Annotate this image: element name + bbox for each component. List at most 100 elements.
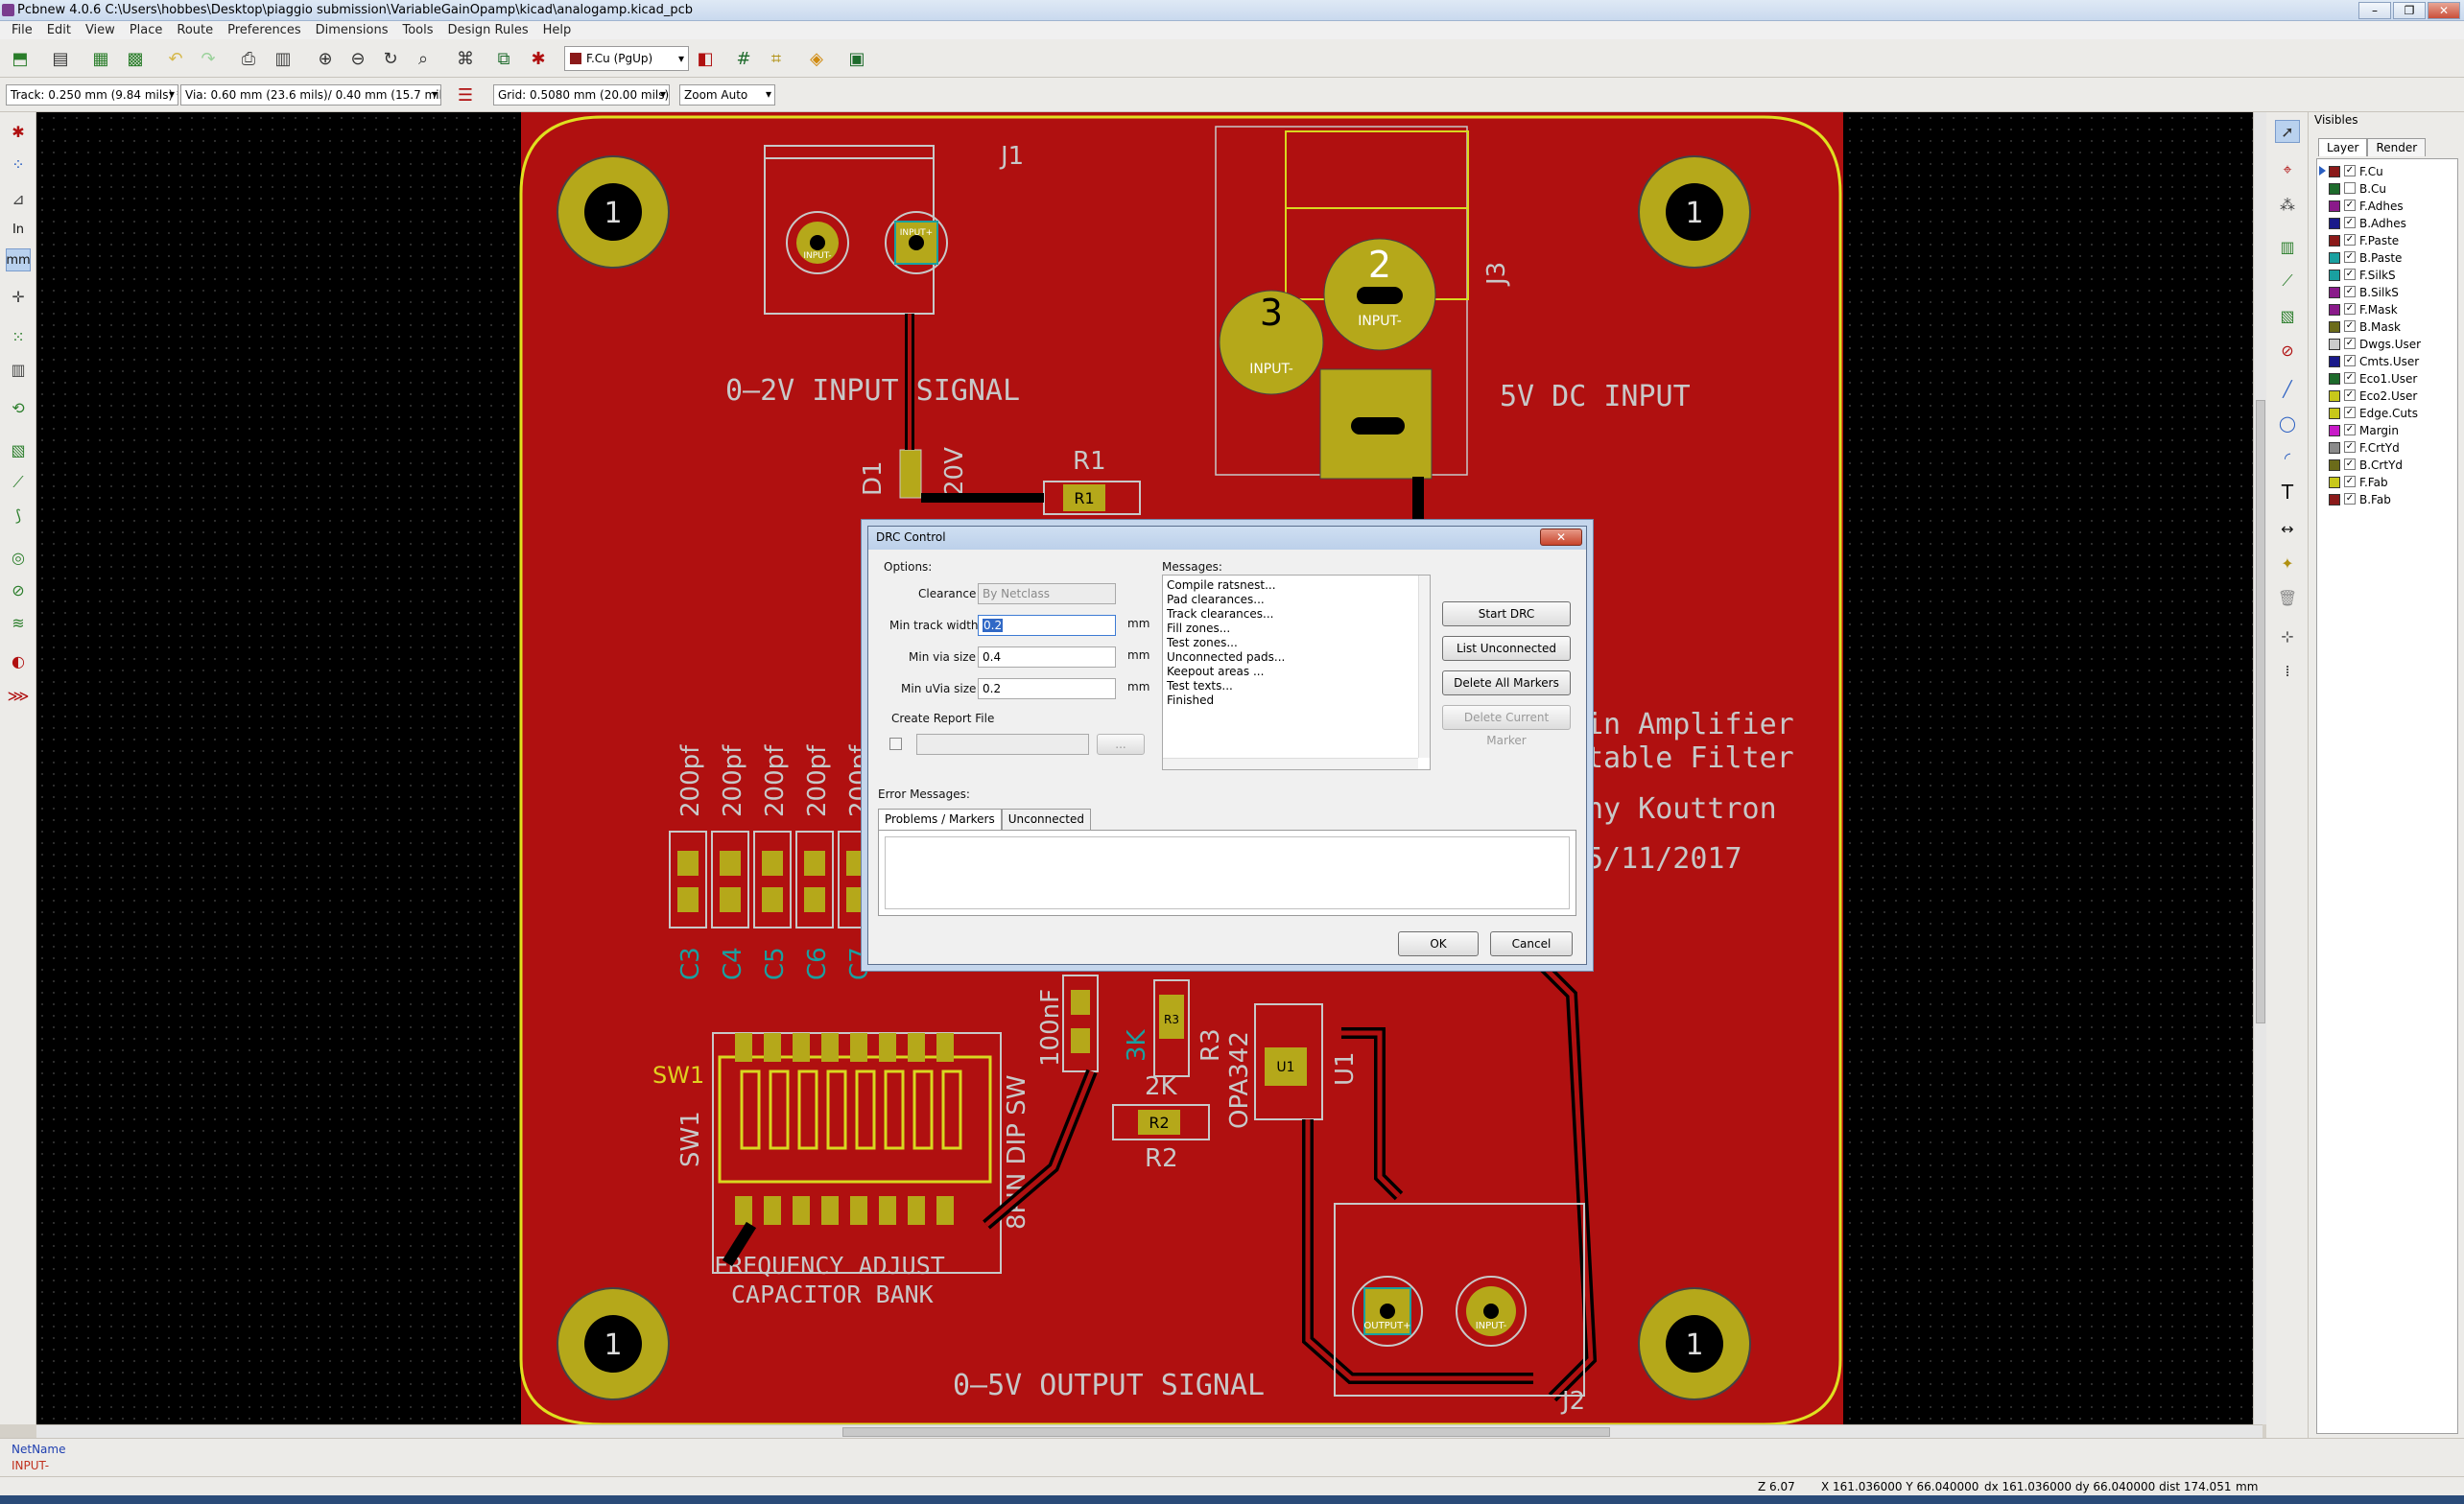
highlight-net-icon[interactable]: ⌖ [2275,158,2300,181]
layer-row[interactable]: ✓ B.Mask [2317,318,2457,336]
layer-visible-checkbox[interactable]: ✓ [2344,355,2356,366]
layer-visible-checkbox[interactable]: ✓ [2344,441,2356,453]
tab-render[interactable]: Render [2367,138,2427,156]
mount-hole-top-right[interactable]: 1 [1638,155,1751,269]
layer-visible-checkbox[interactable]: ✓ [2344,493,2356,505]
layer-visible-checkbox[interactable]: ✓ [2344,407,2356,418]
layer-visible-checkbox[interactable]: ✓ [2344,389,2356,401]
drc-off-icon[interactable]: ✱ [6,120,31,143]
canvas-horizontal-scrollbar[interactable] [36,1424,2263,1438]
microwave-icon[interactable]: ◈ [804,46,829,71]
minimize-button[interactable]: – [2358,2,2391,19]
layer-visible-checkbox[interactable]: ✓ [2344,165,2356,176]
layer-color-swatch[interactable] [2329,321,2340,333]
drc-icon[interactable]: ✱ [526,46,551,71]
start-drc-button[interactable]: Start DRC [1442,601,1571,626]
zone-outline-icon[interactable]: ⟋ [6,471,31,494]
units-mm-button[interactable]: mm [6,248,31,271]
ratsnest-icon[interactable]: ⁙ [6,325,31,348]
layer-color-swatch[interactable] [2329,287,2340,298]
layer-color-swatch[interactable] [2329,339,2340,350]
close-window-button[interactable]: ✕ [2428,2,2460,19]
layer-row[interactable]: ✓ F.Mask [2317,301,2457,318]
layer-row[interactable]: ✓ Cmts.User [2317,353,2457,370]
vertical-scroll-thumb[interactable] [2256,400,2265,1023]
microwave-toolbar-icon[interactable]: ⋙ [6,684,31,707]
layer-color-swatch[interactable] [2329,442,2340,454]
redo-icon[interactable]: ↷ [196,46,221,71]
layer-visible-checkbox[interactable]: ✓ [2344,286,2356,297]
zoom-in-icon[interactable]: ⊕ [313,46,338,71]
add-line-icon[interactable]: ╱ [2275,377,2300,400]
layer-row[interactable]: ✓ F.SilkS [2317,267,2457,284]
add-target-icon[interactable]: ✦ [2275,552,2300,575]
layer-row[interactable]: ✓ B.CrtYd [2317,457,2457,474]
layer-row[interactable]: ✓ Dwgs.User [2317,336,2457,353]
layer-visible-checkbox[interactable]: ✓ [2344,458,2356,470]
units-inch-button[interactable]: In [6,218,31,241]
layer-pair-icon[interactable]: ◧ [693,46,718,71]
menu-route[interactable]: Route [171,21,222,39]
layer-row[interactable]: ✓ B.SilkS [2317,284,2457,301]
open-board-icon[interactable]: ▦ [88,46,113,71]
add-keepout-icon[interactable]: ⊘ [2275,339,2300,362]
layer-visible-checkbox[interactable]: ✓ [2344,217,2356,228]
layer-color-swatch[interactable] [2329,459,2340,471]
auto-delete-track-icon[interactable]: ⟲ [6,396,31,419]
layer-visible-checkbox[interactable]: ✓ [2344,234,2356,246]
menu-view[interactable]: View [80,21,124,39]
canvas-vertical-scrollbar[interactable] [2253,112,2266,1424]
layer-color-swatch[interactable] [2329,235,2340,247]
module-ratsnest-icon[interactable]: ▥ [6,358,31,381]
menu-edit[interactable]: Edit [41,21,80,39]
cancel-button[interactable]: Cancel [1490,931,1573,956]
layer-color-swatch[interactable] [2329,270,2340,281]
grid-origin-icon[interactable]: ⁞ [2275,659,2300,682]
maximize-button[interactable]: ❐ [2393,2,2426,19]
zoom-fit-icon[interactable]: ⌕ [411,46,436,71]
tab-unconnected[interactable]: Unconnected [1001,809,1091,831]
browse-report-button[interactable]: ... [1097,734,1145,755]
zone-filled-icon[interactable]: ▧ [6,438,31,461]
undo-icon[interactable]: ↶ [163,46,188,71]
layer-row[interactable]: ✓ B.Fab [2317,491,2457,508]
layer-visible-checkbox[interactable]: ✓ [2344,424,2356,435]
menu-dimensions[interactable]: Dimensions [310,21,397,39]
layer-visible-checkbox[interactable]: ✓ [2344,372,2356,384]
high-contrast-icon[interactable]: ◐ [6,649,31,672]
print-icon[interactable]: ⎙ [236,46,261,71]
horizontal-scroll-thumb[interactable] [842,1427,1610,1437]
zoom-combo[interactable]: Zoom Auto [679,84,775,106]
layer-row[interactable]: ✓ Edge.Cuts [2317,405,2457,422]
layer-color-swatch[interactable] [2329,218,2340,229]
layer-color-swatch[interactable] [2329,373,2340,385]
via-size-combo[interactable]: Via: 0.60 mm (23.6 mils)/ 0.40 mm (15.7 … [180,84,441,106]
zoom-redraw-icon[interactable]: ↻ [378,46,403,71]
menu-help[interactable]: Help [537,21,580,39]
track-sketch-icon[interactable]: ≋ [6,611,31,634]
local-ratsnest-icon[interactable]: ⁂ [2275,193,2300,216]
layer-color-swatch[interactable] [2329,304,2340,316]
save-board-icon[interactable]: ▩ [123,46,148,71]
dialog-close-button[interactable]: ✕ [1540,529,1582,546]
layer-color-swatch[interactable] [2329,390,2340,402]
layer-color-swatch[interactable] [2329,166,2340,177]
menu-design-rules[interactable]: Design Rules [442,21,537,39]
layer-row[interactable]: ✓ F.Cu [2317,163,2457,180]
netlist-icon[interactable]: ⧉ [491,46,516,71]
add-arc-icon[interactable]: ◜ [2275,446,2300,469]
layer-visible-checkbox[interactable]: ✓ [2344,320,2356,332]
messages-hscroll[interactable] [1163,758,1418,769]
layer-select-combo[interactable]: F.Cu (PgUp) [564,46,689,71]
add-dimension-icon[interactable]: ↔ [2275,517,2300,540]
ok-button[interactable]: OK [1398,931,1479,956]
tab-layer[interactable]: Layer [2318,138,2368,156]
add-zone-icon[interactable]: ▧ [2275,304,2300,327]
via-sketch-icon[interactable]: ⊘ [6,578,31,601]
cursor-shape-icon[interactable]: ✛ [6,285,31,308]
layer-row[interactable]: ✓ F.CrtYd [2317,439,2457,457]
layer-row[interactable]: B.Cu [2317,180,2457,198]
add-text-icon[interactable]: T [2275,481,2300,504]
mount-hole-bottom-right[interactable]: 1 [1638,1287,1751,1400]
menu-place[interactable]: Place [124,21,172,39]
